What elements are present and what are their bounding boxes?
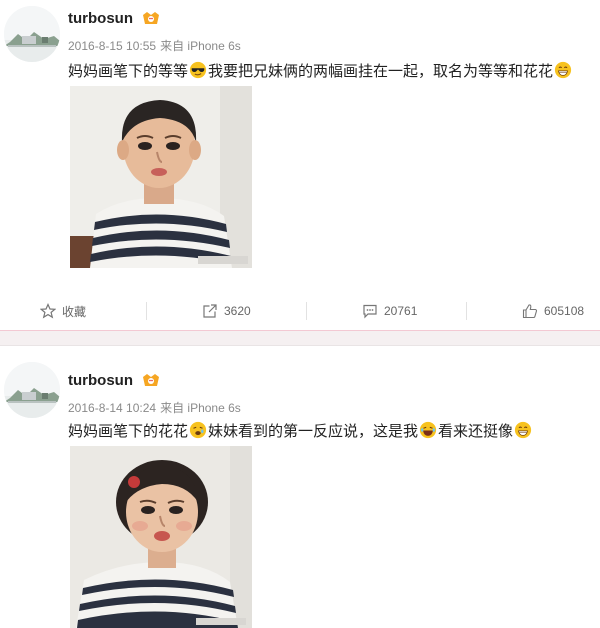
- share-button[interactable]: 3620: [202, 296, 251, 326]
- vip-badge-icon[interactable]: [142, 11, 160, 25]
- comment-count: 20761: [384, 304, 418, 318]
- text-segment: 看来还挺像: [438, 423, 514, 440]
- action-bar: 收藏 3620 20761 605108: [0, 296, 600, 326]
- text-segment: 妹妹看到的第一反应说，这是我: [208, 423, 419, 440]
- timestamp: 2016-8-15 10:55: [68, 39, 157, 53]
- post-text: 妈妈画笔下的等等 我要把兄妹俩的两幅画挂在一起，取名为等等和花花: [68, 60, 590, 81]
- weibo-post-1: turbosun 2016-8-15 10:55 来自 iPhone 6s 妈妈画…: [0, 0, 600, 330]
- divider: [466, 302, 467, 320]
- text-segment: 妈妈画笔下的等等: [68, 63, 189, 80]
- star-icon: [40, 303, 56, 319]
- favorite-label: 收藏: [62, 304, 87, 319]
- grin-emoji-icon: [514, 421, 532, 439]
- avatar[interactable]: [4, 362, 60, 418]
- vip-badge-icon[interactable]: [142, 373, 160, 387]
- divider: [146, 302, 147, 320]
- text-segment: 我要把兄妹俩的两幅画挂在一起，取名为等等和花花: [208, 63, 554, 80]
- divider: [306, 302, 307, 320]
- post-image[interactable]: [70, 446, 252, 628]
- sunglasses-emoji-icon: [189, 61, 207, 79]
- text-segment: 妈妈画笔下的花花: [68, 423, 189, 440]
- like-button[interactable]: 605108: [522, 296, 584, 326]
- avatar[interactable]: [4, 6, 60, 62]
- source-label: 来自 iPhone 6s: [160, 401, 241, 415]
- share-icon: [203, 304, 217, 318]
- post-meta: 2016-8-15 10:55 来自 iPhone 6s: [68, 37, 241, 54]
- avatar-image: [4, 6, 60, 62]
- avatar-image: [4, 362, 60, 418]
- girl-painting-image: [70, 446, 252, 628]
- timestamp: 2016-8-14 10:24: [68, 401, 157, 415]
- post-image[interactable]: [70, 86, 252, 268]
- comment-icon: [363, 304, 377, 319]
- source-label: 来自 iPhone 6s: [160, 39, 241, 53]
- boy-painting-image: [70, 86, 252, 268]
- thumbs-up-icon: [522, 304, 538, 319]
- post-text: 妈妈画笔下的花花 妹妹看到的第一反应说，这是我 看来还挺像: [68, 420, 590, 441]
- favorite-button[interactable]: 收藏: [40, 296, 86, 326]
- share-count: 3620: [224, 304, 251, 318]
- post-meta: 2016-8-14 10:24 来自 iPhone 6s: [68, 399, 241, 416]
- username[interactable]: turbosun: [68, 372, 133, 389]
- laughing-emoji-icon: [419, 421, 437, 439]
- grin-emoji-icon: [554, 61, 572, 79]
- comment-button[interactable]: 20761: [362, 296, 417, 326]
- username[interactable]: turbosun: [68, 10, 133, 27]
- like-count: 605108: [544, 304, 585, 318]
- weary-emoji-icon: [189, 421, 207, 439]
- weibo-post-2: turbosun 2016-8-14 10:24 来自 iPhone 6s 妈妈画…: [0, 346, 600, 628]
- post-divider: [0, 330, 600, 346]
